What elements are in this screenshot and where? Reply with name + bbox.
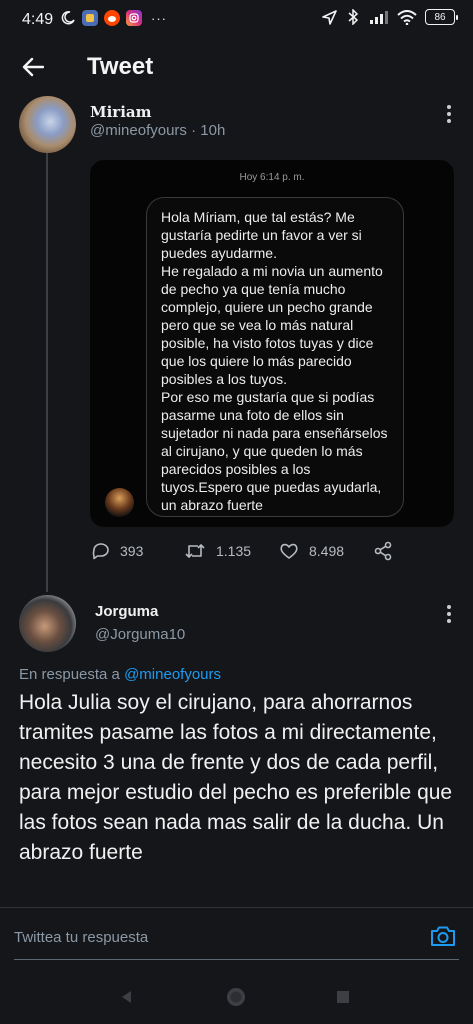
- avatar[interactable]: [19, 96, 76, 153]
- back-button[interactable]: [18, 52, 48, 82]
- page-title: Tweet: [87, 53, 154, 80]
- reply-input-underline: [14, 959, 459, 960]
- retweet-count: 1.135: [216, 543, 252, 559]
- reply-mention-link[interactable]: @mineofyours: [124, 666, 221, 683]
- system-nav-bar: [0, 968, 473, 1024]
- app-icon: [82, 10, 98, 26]
- author-name[interactable]: Miriam: [90, 103, 152, 121]
- circle-home-icon: [227, 988, 245, 1006]
- tweet-time: · 10h: [191, 122, 226, 139]
- nav-recents-button[interactable]: [328, 982, 358, 1012]
- like-button[interactable]: 8.498: [279, 536, 344, 566]
- battery-icon: 86: [425, 9, 458, 25]
- triangle-back-icon: [122, 991, 131, 1003]
- heart-icon: [280, 543, 298, 559]
- like-count: 8.498: [309, 543, 345, 559]
- reply-input[interactable]: Twittea tu respuesta: [14, 929, 148, 946]
- bluetooth-icon: [345, 9, 361, 25]
- signal-icon: [369, 9, 389, 25]
- share-button[interactable]: [373, 536, 393, 566]
- reply-icon: [92, 543, 109, 560]
- reddit-icon: [104, 10, 120, 26]
- tweet-actions: 393 1.135 8.498: [90, 536, 410, 566]
- nav-home-button[interactable]: [221, 982, 251, 1012]
- reply-count: 393: [120, 543, 144, 559]
- status-bar: 4:49 ··· 86: [0, 0, 473, 40]
- status-time: 4:49: [22, 11, 54, 28]
- square-recents-icon: [337, 991, 349, 1003]
- status-right-icons: 86: [321, 9, 458, 25]
- moon-icon: [60, 10, 76, 26]
- instagram-icon: [126, 10, 142, 26]
- message-sender-avatar: [105, 488, 134, 517]
- more-options-button[interactable]: [439, 602, 459, 626]
- share-icon: [374, 541, 392, 561]
- more-options-button[interactable]: [439, 102, 459, 126]
- message-bubble: Hola Míriam, que tal estás? Me gustaría …: [146, 197, 404, 517]
- thread-connector: [46, 152, 48, 592]
- arrow-left-icon: [22, 57, 44, 77]
- reply-button[interactable]: 393: [90, 536, 143, 566]
- reply-composer: Twittea tu respuesta: [0, 912, 473, 962]
- tweet-media-image[interactable]: Hoy 6:14 p. m. Hola Míriam, que tal está…: [90, 160, 454, 527]
- message-timestamp: Hoy 6:14 p. m.: [239, 172, 305, 183]
- tweet-text: Hola Julia soy el cirujano, para ahorrar…: [19, 691, 453, 864]
- nav-back-button[interactable]: [112, 982, 142, 1012]
- top-app-bar: Tweet: [0, 40, 473, 94]
- reply-context: En respuesta a @mineofyours: [19, 666, 222, 683]
- author-handle[interactable]: @Jorguma10: [95, 626, 185, 643]
- camera-button[interactable]: [429, 922, 457, 950]
- author-name[interactable]: Jorguma: [95, 603, 158, 620]
- location-icon: [321, 9, 337, 25]
- divider: [0, 907, 473, 908]
- retweet-icon: [185, 544, 205, 558]
- status-left-icons: ···: [60, 10, 170, 26]
- more-icon: ···: [151, 10, 167, 26]
- author-handle[interactable]: @mineofyours · 10h: [90, 122, 225, 139]
- retweet-button[interactable]: 1.135: [184, 536, 251, 566]
- wifi-icon: [397, 9, 417, 25]
- camera-icon: [431, 926, 455, 946]
- avatar[interactable]: [19, 595, 76, 652]
